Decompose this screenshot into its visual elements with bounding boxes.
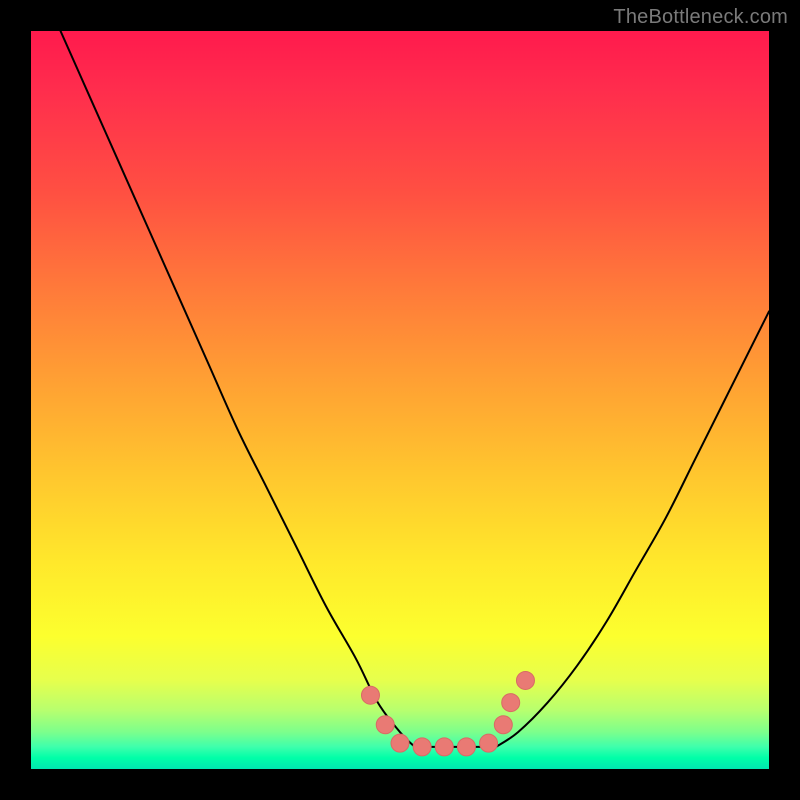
curve-layer	[61, 31, 769, 747]
marker-layer	[361, 671, 534, 755]
highlight-marker	[413, 738, 431, 756]
watermark-text: TheBottleneck.com	[613, 6, 788, 29]
chart-svg	[31, 31, 769, 769]
highlight-marker	[502, 694, 520, 712]
highlight-marker	[457, 738, 475, 756]
series-left-curve	[61, 31, 415, 747]
highlight-marker	[376, 716, 394, 734]
plot-area	[31, 31, 769, 769]
series-right-curve	[496, 311, 769, 746]
highlight-marker	[494, 716, 512, 734]
highlight-marker	[435, 738, 453, 756]
outer-frame: TheBottleneck.com	[0, 0, 800, 800]
highlight-marker	[391, 734, 409, 752]
highlight-marker	[361, 686, 379, 704]
highlight-marker	[516, 671, 534, 689]
highlight-marker	[480, 734, 498, 752]
